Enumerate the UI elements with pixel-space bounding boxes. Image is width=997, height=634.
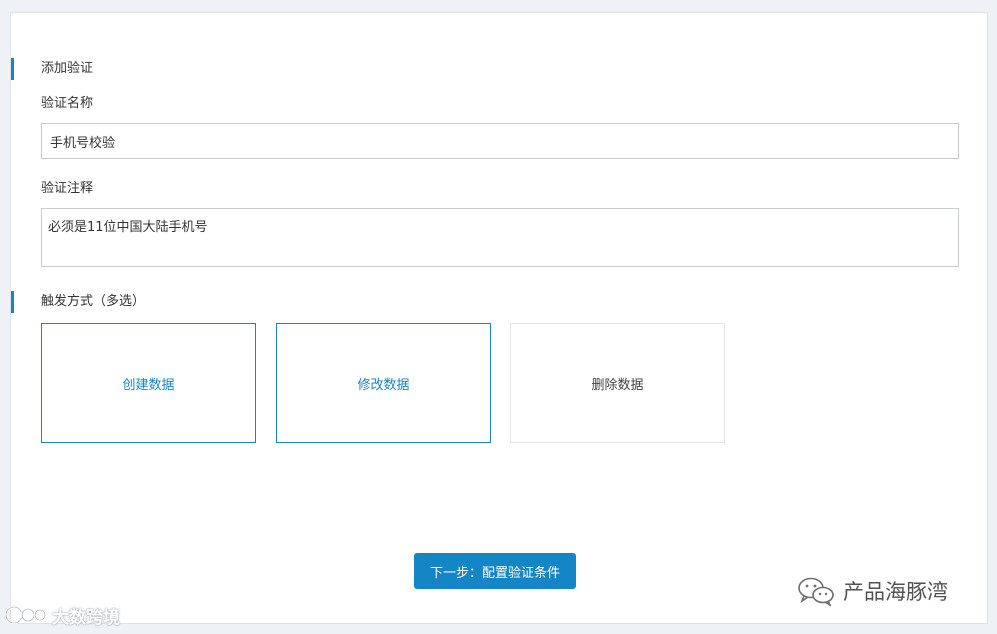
section-header-add-validation: 添加验证: [11, 58, 93, 80]
validation-name-label: 验证名称: [41, 96, 94, 111]
watermark-left: 大数跨境: [4, 600, 120, 630]
wechat-icon: [798, 577, 834, 606]
section-header-trigger: 触发方式（多选）: [11, 291, 145, 313]
trigger-card-update[interactable]: 修改数据: [276, 323, 491, 443]
trigger-card-delete[interactable]: 删除数据: [510, 323, 725, 443]
watermark-left-text: 大数跨境: [52, 607, 120, 628]
trigger-card-create[interactable]: 创建数据: [41, 323, 256, 443]
validation-note-label: 验证注释: [41, 181, 94, 196]
next-step-button[interactable]: 下一步：配置验证条件: [414, 553, 576, 589]
trigger-card-label: 创建数据: [122, 377, 175, 393]
form-panel: 添加验证 验证名称 验证注释 必须是11位中国大陆手机号 触发方式（多选） 创建…: [10, 12, 988, 624]
watermark-right-text: 产品海豚湾: [843, 580, 948, 604]
trigger-card-label: 修改数据: [357, 377, 410, 393]
section-title-add-validation: 添加验证: [41, 61, 94, 76]
section-accent-bar: [11, 291, 14, 313]
section-accent-bar: [11, 58, 14, 80]
validation-name-input[interactable]: [41, 123, 959, 159]
brand-logo-icon: [4, 605, 47, 625]
section-title-trigger: 触发方式（多选）: [41, 294, 146, 309]
validation-note-textarea[interactable]: 必须是11位中国大陆手机号: [41, 208, 959, 267]
trigger-card-label: 删除数据: [591, 377, 644, 393]
watermark-right: 产品海豚湾: [797, 574, 948, 608]
